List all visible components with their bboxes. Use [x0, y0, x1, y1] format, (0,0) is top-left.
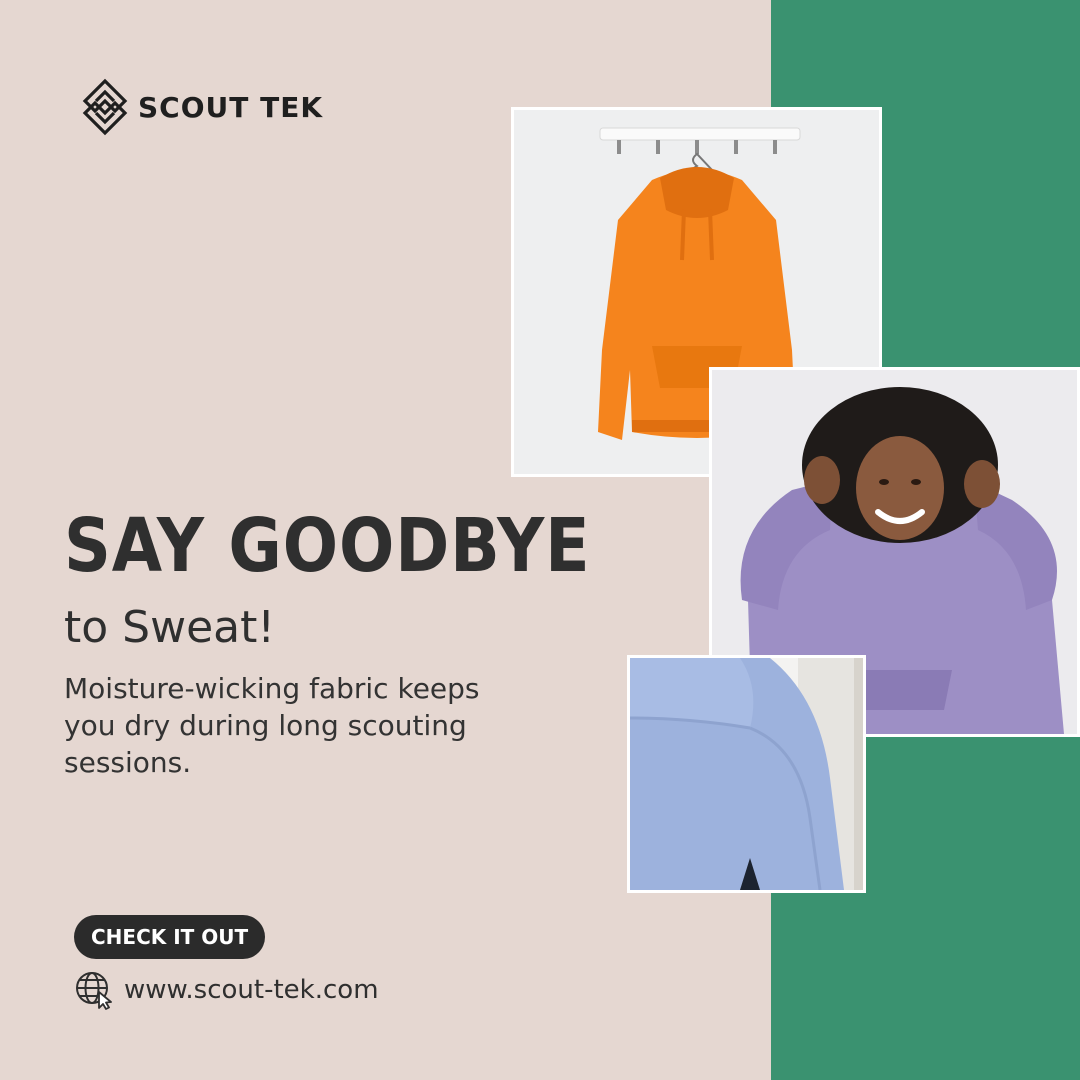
- brand-logo[interactable]: SCOUT TEK: [82, 78, 323, 136]
- subheadline: to Sweat!: [64, 602, 275, 653]
- check-it-out-button[interactable]: CHECK IT OUT: [74, 915, 266, 959]
- globe-cursor-icon: [76, 972, 112, 1010]
- website-link-row[interactable]: www.scout-tek.com: [74, 970, 379, 1010]
- website-url[interactable]: www.scout-tek.com: [124, 975, 379, 1005]
- headline: SAY GOODBYE: [64, 503, 591, 589]
- blue-hoodie-closeup-photo: [627, 655, 866, 893]
- brand-name: SCOUT TEK: [138, 90, 324, 124]
- scout-tek-logo-icon: [82, 78, 128, 136]
- body-copy: Moisture-wicking fabric keeps you dry du…: [64, 672, 480, 779]
